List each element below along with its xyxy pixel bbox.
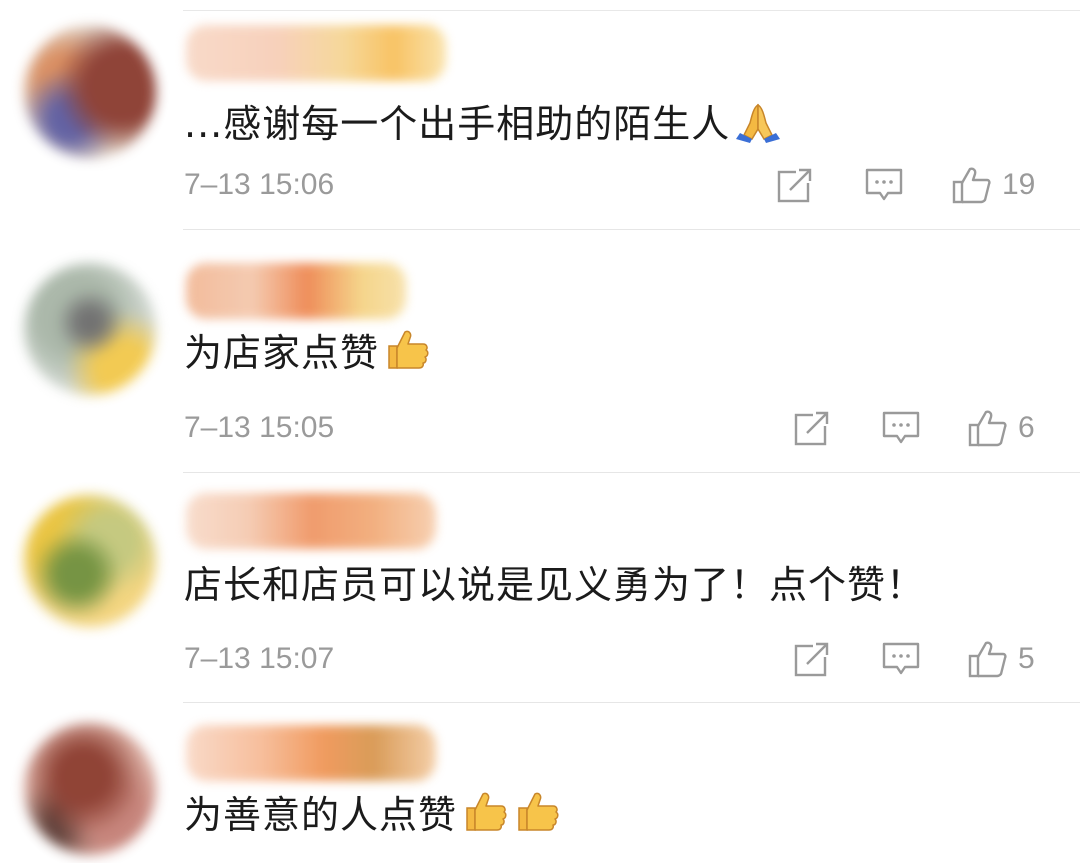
like-button[interactable]: 6 bbox=[968, 408, 1035, 448]
comment-timestamp: 7–13 15:07 bbox=[184, 642, 335, 675]
comment-bubble-icon bbox=[865, 168, 903, 201]
avatar[interactable] bbox=[24, 495, 156, 627]
like-button[interactable]: 19 bbox=[952, 165, 1035, 205]
comment-bubble-icon bbox=[882, 642, 920, 675]
like-count: 6 bbox=[1018, 411, 1035, 444]
comment-reply-button[interactable] bbox=[881, 408, 921, 448]
comment-text: 店长和店员可以说是见义勇为了！点个赞！ bbox=[184, 557, 925, 613]
comment-divider bbox=[183, 229, 1080, 230]
comment-text-content: 为善意的人点赞 bbox=[184, 793, 458, 837]
comment-text-content: ...感谢每一个出手相助的陌生人 bbox=[184, 102, 731, 146]
comment-text: ...感谢每一个出手相助的陌生人 bbox=[184, 96, 782, 158]
share-icon bbox=[794, 642, 829, 677]
avatar[interactable] bbox=[24, 723, 156, 855]
share-button[interactable] bbox=[793, 639, 831, 679]
comment-text: 为善意的人点赞 bbox=[184, 787, 561, 849]
share-button[interactable] bbox=[776, 165, 814, 205]
thumbs-up-icon bbox=[952, 167, 991, 204]
comment-list: ...感谢每一个出手相助的陌生人 7–13 15:06 19 为店家点赞 7–1… bbox=[0, 0, 1080, 863]
username-blurred[interactable] bbox=[186, 263, 406, 319]
username-blurred[interactable] bbox=[186, 25, 446, 81]
thumbs-up-icon bbox=[968, 641, 1007, 678]
comment-item: 店长和店员可以说是见义勇为了！点个赞！ 7–13 15:07 5 bbox=[0, 473, 1080, 703]
comment-text-content: 为店家点赞 bbox=[184, 331, 380, 375]
comment-item: 为善意的人点赞 bbox=[0, 703, 1080, 863]
like-button[interactable]: 5 bbox=[968, 639, 1035, 679]
thumbs-up-emoji-icon bbox=[513, 788, 561, 849]
comment-reply-button[interactable] bbox=[864, 165, 904, 205]
comment-text: 为店家点赞 bbox=[184, 325, 431, 387]
avatar[interactable] bbox=[24, 263, 156, 395]
thumbs-up-emoji-icon bbox=[461, 788, 509, 849]
avatar[interactable] bbox=[24, 26, 156, 158]
comment-item: 为店家点赞 7–13 15:05 6 bbox=[0, 241, 1080, 473]
username-blurred[interactable] bbox=[186, 725, 436, 781]
like-count: 5 bbox=[1018, 642, 1035, 675]
comment-item: ...感谢每一个出手相助的陌生人 7–13 15:06 19 bbox=[0, 0, 1080, 230]
comment-bubble-icon bbox=[882, 411, 920, 444]
comment-reply-button[interactable] bbox=[881, 639, 921, 679]
comment-timestamp: 7–13 15:05 bbox=[184, 411, 335, 444]
thumbs-up-icon bbox=[968, 410, 1007, 447]
share-icon bbox=[777, 168, 812, 203]
share-icon bbox=[794, 411, 829, 446]
comment-timestamp: 7–13 15:06 bbox=[184, 168, 335, 201]
folded-hands-icon bbox=[734, 99, 782, 158]
thumbs-up-emoji-icon bbox=[383, 326, 431, 387]
username-blurred[interactable] bbox=[186, 493, 436, 549]
like-count: 19 bbox=[1002, 168, 1036, 201]
share-button[interactable] bbox=[793, 408, 831, 448]
comment-text-content: 店长和店员可以说是见义勇为了！点个赞！ bbox=[184, 563, 926, 607]
